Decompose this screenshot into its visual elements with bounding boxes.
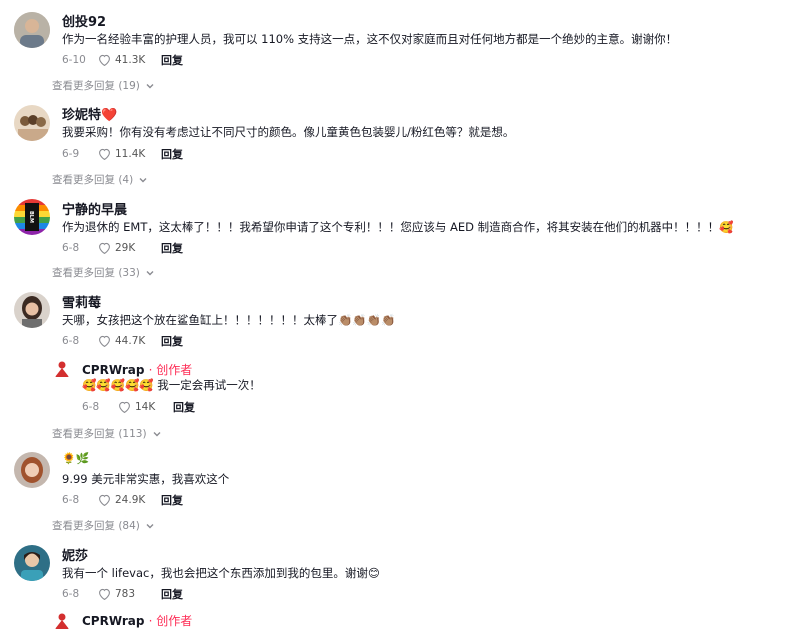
avatar[interactable]: [14, 452, 50, 488]
comment-date: 6-8: [62, 494, 80, 506]
avatar[interactable]: [14, 105, 50, 141]
comment-meta: 6-9 11.4K 回复: [62, 146, 183, 162]
view-more-replies-label: 查看更多回复 (4): [52, 174, 134, 186]
comment-text: 天哪，女孩把这个放在鲨鱼缸上！！！！！！！太棒了👏🏽👏🏽👏🏽👏🏽: [62, 313, 396, 327]
commenter-name[interactable]: 🌻🌿: [62, 452, 89, 465]
comment-text: 我有一个 lifevac，我也会把这个东西添加到我的包里。谢谢😊: [62, 566, 380, 580]
heart-emoji: ❤️: [101, 108, 118, 123]
avatar[interactable]: [14, 292, 50, 328]
comment-date: 6-8: [62, 588, 80, 600]
reply-button[interactable]: 回复: [161, 146, 183, 162]
chevron-down-icon: [146, 523, 154, 528]
avatar-label: BLM: [28, 211, 34, 223]
comment-text: 作为一名经验丰富的护理人员，我可以 110% 支持这一点，这不仅对家庭而且对任何…: [62, 32, 678, 46]
chevron-down-icon: [139, 177, 147, 182]
reply-button[interactable]: 回复: [161, 492, 183, 508]
heart-outline-icon[interactable]: [118, 401, 131, 413]
avatar[interactable]: [14, 12, 50, 48]
comment-meta: 6-8 44.7K 回复: [62, 333, 183, 349]
commenter-name[interactable]: 雪莉莓: [62, 292, 101, 311]
view-more-replies-label: 查看更多回复 (84): [52, 520, 140, 532]
heart-outline-icon[interactable]: [98, 242, 111, 254]
view-more-replies-label: 查看更多回复 (113): [52, 428, 147, 440]
comment-text: 作为退休的 EMT，这太棒了！！！我希望你申请了这个专利！！！您应该与 AED …: [62, 220, 734, 234]
heart-outline-icon[interactable]: [98, 54, 111, 66]
reply-button[interactable]: 回复: [161, 240, 183, 256]
commenter-name[interactable]: 妮莎: [62, 545, 88, 564]
like-count: 783: [115, 588, 136, 600]
chevron-down-icon: [146, 270, 154, 275]
heart-outline-icon[interactable]: [98, 494, 111, 506]
like-count: 11.4K: [115, 148, 146, 160]
creator-name[interactable]: CPRWrap · 创作者: [82, 361, 192, 378]
reply-button[interactable]: 回复: [161, 333, 183, 349]
comment-date: 6-10: [62, 54, 86, 66]
heart-outline-icon[interactable]: [98, 148, 111, 160]
reply-text: 🥰🥰🥰🥰🥰 我一定会再试一次！: [82, 378, 261, 392]
commenter-name[interactable]: 创投92: [62, 11, 106, 30]
creator-avatar[interactable]: [52, 359, 72, 379]
avatar[interactable]: BLM: [14, 199, 50, 235]
comment-date: 6-9: [62, 148, 80, 160]
reply-meta: 6-8 14K 回复: [82, 399, 195, 415]
creator-badge: · 创作者: [148, 614, 193, 628]
like-count: 29K: [115, 242, 136, 254]
view-more-replies-label: 查看更多回复 (33): [52, 267, 140, 279]
comment-meta: 6-8 783 回复: [62, 586, 183, 602]
comment-text: 我要采购！你有没有考虑过让不同尺寸的颜色。像儿童黄色包装婴儿/粉红色等？就是想。: [62, 125, 515, 139]
like-count: 44.7K: [115, 335, 146, 347]
heart-outline-icon[interactable]: [98, 335, 111, 347]
view-more-replies-label: 查看更多回复 (19): [52, 80, 140, 92]
comment-meta: 6-8 24.9K 回复: [62, 492, 183, 508]
view-more-replies[interactable]: 查看更多回复 (33): [52, 265, 155, 280]
view-more-replies[interactable]: 查看更多回复 (19): [52, 78, 155, 93]
like-count: 24.9K: [115, 494, 146, 506]
commenter-name[interactable]: 宁静的早晨: [62, 199, 127, 218]
reply-button[interactable]: 回复: [173, 399, 195, 415]
reply-date: 6-8: [82, 401, 100, 413]
comment-date: 6-8: [62, 242, 80, 254]
reply-button[interactable]: 回复: [161, 586, 183, 602]
chevron-down-icon: [153, 431, 161, 436]
view-more-replies[interactable]: 查看更多回复 (84): [52, 518, 155, 533]
comment-meta: 6-10 41.3K 回复: [62, 52, 183, 68]
commenter-name[interactable]: 珍妮特❤️: [62, 104, 117, 123]
comment-date: 6-8: [62, 335, 80, 347]
comment-meta: 6-8 29K 回复: [62, 240, 183, 256]
like-count: 14K: [135, 401, 156, 413]
like-count: 41.3K: [115, 54, 146, 66]
reply-button[interactable]: 回复: [161, 52, 183, 68]
heart-outline-icon[interactable]: [98, 588, 111, 600]
creator-name[interactable]: CPRWrap · 创作者: [82, 612, 192, 629]
view-more-replies[interactable]: 查看更多回复 (4): [52, 172, 148, 187]
chevron-down-icon: [146, 83, 154, 88]
creator-badge: · 创作者: [148, 363, 193, 377]
comment-text: 9.99 美元非常实惠，我喜欢这个: [62, 472, 230, 486]
avatar[interactable]: [14, 545, 50, 581]
view-more-replies[interactable]: 查看更多回复 (113): [52, 426, 162, 441]
creator-avatar[interactable]: [52, 611, 72, 631]
